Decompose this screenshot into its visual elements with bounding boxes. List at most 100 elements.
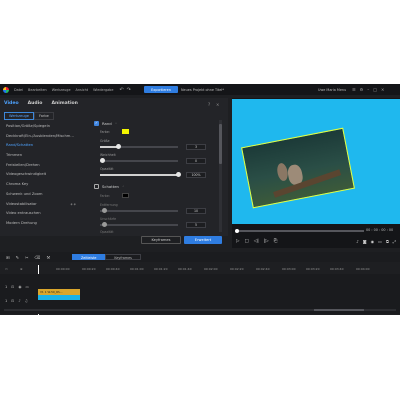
border-opacity-input[interactable]: 100% — [186, 172, 206, 178]
tool-item-opacity[interactable]: Deckkraft/Ein-/Ausblenden/Mischm... — [0, 132, 82, 142]
tool-item-speed[interactable]: Videogeschwindigkeit — [0, 170, 82, 180]
playback-progress-bar[interactable] — [235, 228, 364, 233]
preview-canvas[interactable] — [232, 99, 400, 224]
maximize-icon[interactable]: □ — [373, 87, 377, 92]
export-button[interactable]: Exportieren — [144, 86, 178, 93]
border-blur-slider[interactable] — [100, 158, 178, 163]
menu-edit[interactable]: Bearbeiten — [28, 88, 47, 92]
timeline-ruler[interactable]: ▭ ⊕ 00:00:00 00:00:20 00:00:40 00:01:00 … — [0, 265, 400, 315]
video-editor-window: Datei Bearbeiten Werkzeuge Ansicht Wiede… — [0, 84, 400, 315]
tab-audio[interactable]: Audio — [28, 101, 43, 106]
lock-icon[interactable]: ⊡ — [11, 285, 14, 289]
tool-item-pan-zoom[interactable]: Schwenk und Zoom — [0, 190, 82, 200]
lock-icon[interactable]: ⊡ — [11, 299, 14, 303]
ruler-tick: 00:02:20 — [230, 267, 244, 271]
track-manager-icon[interactable]: ▭ — [5, 267, 8, 271]
track-number: 1 — [5, 284, 8, 289]
snapshot-icon[interactable]: ⎘ — [274, 238, 278, 244]
close-icon[interactable]: × — [381, 87, 384, 92]
cut-icon[interactable]: ✂ — [25, 255, 29, 260]
tool-label: Videogeschwindigkeit — [6, 172, 47, 177]
redo-icon[interactable]: ↷ — [127, 87, 131, 93]
border-opacity-label: Opazität — [100, 167, 114, 171]
next-frame-icon[interactable]: |▷ — [264, 239, 269, 244]
tool-item-rotation[interactable]: Modern Drehung — [0, 219, 82, 229]
slider-handle[interactable] — [102, 208, 107, 213]
tab-keyframes[interactable]: Keyframes — [105, 254, 141, 260]
video-frame-with-border[interactable] — [241, 127, 355, 209]
close-panel-icon[interactable]: × — [216, 102, 219, 107]
prev-frame-icon[interactable]: ◁| — [254, 239, 259, 244]
slider-handle[interactable] — [102, 222, 107, 227]
tool-item-position[interactable]: Position/Größe/Spiegeln — [0, 122, 82, 132]
volume-icon[interactable]: ♪ — [356, 239, 359, 244]
play-icon[interactable]: ▷ — [236, 239, 239, 244]
keyframes-button[interactable]: Keyframes — [141, 236, 181, 244]
edit-icon[interactable]: ✎ — [16, 255, 20, 260]
tool-item-chroma-key[interactable]: Chroma Key — [0, 180, 82, 190]
slider-handle[interactable] — [176, 172, 181, 177]
border-checkbox[interactable]: ✓ — [94, 121, 99, 126]
shadow-checkbox[interactable] — [94, 184, 99, 189]
tab-video[interactable]: Video — [4, 101, 19, 106]
menu-file[interactable]: Datei — [14, 88, 23, 92]
subtab-tools[interactable]: Werkzeuge — [4, 112, 34, 120]
shadow-color-swatch[interactable] — [122, 193, 129, 198]
collapse-icon[interactable]: ⌃ — [115, 122, 118, 126]
border-blur-input[interactable]: 0 — [186, 158, 206, 164]
camera-icon[interactable]: ◙ — [363, 239, 367, 244]
help-icon[interactable]: ? — [208, 102, 210, 107]
menu-tools[interactable]: Werkzeuge — [52, 88, 71, 92]
panel-scrollbar[interactable] — [219, 120, 222, 232]
tool-item-stabilizer[interactable]: Videostabilisator ◈ ◈ — [0, 200, 82, 210]
tool-item-crop-rotate[interactable]: Freistellen/Drehen — [0, 161, 82, 171]
tool-label: Freistellen/Drehen — [6, 162, 40, 167]
tool-item-denoise[interactable]: Video entrauschen — [0, 209, 82, 219]
notification-icon[interactable]: ☰ — [352, 87, 356, 92]
app-logo-icon — [3, 86, 9, 93]
shadow-distance-slider[interactable] — [100, 208, 178, 213]
tab-animation[interactable]: Animation — [51, 101, 77, 106]
audio-icon[interactable]: ♪ — [18, 299, 20, 303]
shadow-checkbox-row[interactable]: Schatten ⌃ — [94, 184, 124, 189]
collapse-icon[interactable]: ⌃ — [122, 185, 125, 189]
quality-icon[interactable]: ◉ — [371, 239, 375, 244]
shadow-distance-input[interactable]: 10 — [186, 208, 206, 214]
tab-timeline[interactable]: Zeitleiste — [72, 254, 106, 260]
menu-view[interactable]: Ansicht — [76, 88, 89, 92]
display-icon[interactable]: ▭ — [378, 239, 382, 244]
shadow-blur-slider[interactable] — [100, 222, 178, 227]
menu-playback[interactable]: Wiedergabe — [93, 88, 113, 92]
visibility-icon[interactable]: ◉ — [18, 285, 21, 289]
subtab-color[interactable]: Farbe — [33, 112, 54, 120]
border-size-slider[interactable] — [100, 144, 178, 149]
audio-track-icon: ♫ — [24, 298, 28, 303]
border-blur-label: Weichheit — [100, 153, 116, 157]
settings-icon[interactable]: ⚙ — [360, 87, 364, 92]
undo-icon[interactable]: ↶ — [119, 87, 123, 93]
tool-item-trim[interactable]: Trimmen — [0, 151, 82, 161]
playback-handle[interactable] — [235, 228, 239, 233]
border-checkbox-row[interactable]: ✓ Rand ⌃ — [94, 121, 117, 126]
link-icon[interactable]: ⊕ — [20, 267, 23, 271]
tools-icon[interactable]: ⚒ — [46, 255, 50, 260]
video-track-header: 1 ⊡ ◉ ▭ — [0, 280, 36, 293]
advanced-button[interactable]: Erweitert — [184, 236, 222, 244]
audio-clip[interactable] — [38, 295, 80, 300]
timeline-scrollbar[interactable] — [4, 309, 396, 311]
fullscreen-icon[interactable]: ⤢ — [393, 239, 396, 244]
user-label[interactable]: Uwe Maria Menu — [318, 88, 346, 92]
tool-item-border-shadow[interactable]: Rand/Schatten — [0, 141, 82, 151]
slider-handle[interactable] — [116, 144, 121, 149]
slider-handle[interactable] — [100, 158, 105, 163]
minimize-icon[interactable]: – — [367, 87, 369, 92]
delete-icon[interactable]: ⌫ — [35, 255, 41, 260]
border-size-input[interactable]: 3 — [186, 144, 206, 150]
shadow-blur-input[interactable]: 5 — [186, 222, 206, 228]
border-color-swatch[interactable] — [122, 129, 129, 134]
detach-icon[interactable]: ⧉ — [386, 239, 389, 244]
tool-label: Trimmen — [6, 153, 23, 158]
import-icon[interactable]: ⊞ — [6, 255, 10, 260]
border-opacity-slider[interactable] — [100, 172, 181, 177]
stop-icon[interactable]: □ — [244, 239, 248, 244]
